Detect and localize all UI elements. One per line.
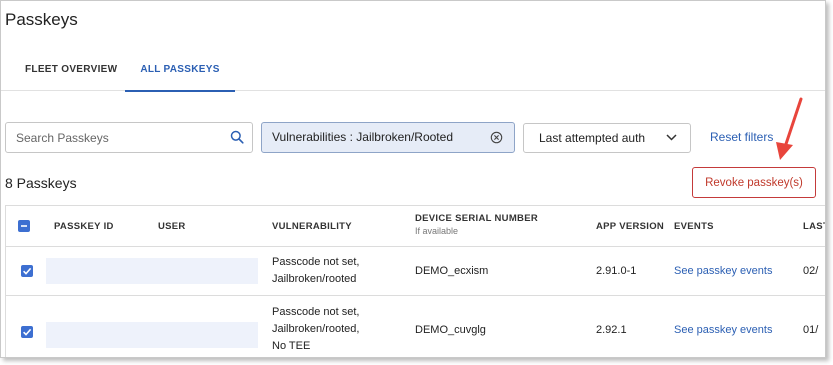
minus-icon <box>21 225 27 227</box>
vulnerability-line: Passcode not set, <box>272 256 360 268</box>
col-app-version[interactable]: APP VERSION <box>596 221 664 232</box>
last-cell: 01/ <box>803 324 819 336</box>
see-passkey-events-link[interactable]: See passkey events <box>674 324 772 336</box>
check-icon <box>23 328 32 336</box>
select-all-checkbox[interactable] <box>18 220 30 232</box>
tab-bar: FLEET OVERVIEW ALL PASSKEYS <box>1 49 825 92</box>
sort-dropdown[interactable]: Last attempted auth <box>523 123 691 153</box>
col-vulnerability[interactable]: VULNERABILITY <box>272 221 352 232</box>
col-device-serial[interactable]: DEVICE SERIAL NUMBER If available <box>415 213 538 236</box>
search-input[interactable] <box>16 123 221 152</box>
clear-filter-icon[interactable] <box>490 131 503 144</box>
table-row[interactable]: Passcode not set, Jailbroken/rooted DEMO… <box>6 247 825 296</box>
serial-cell: DEMO_ecxism <box>415 265 489 277</box>
search-box <box>5 122 253 153</box>
app-window: Passkeys FLEET OVERVIEW ALL PASSKEYS Vul… <box>0 0 826 358</box>
vulnerability-line: Jailbroken/rooted <box>272 273 357 285</box>
filter-chip-label: Vulnerabilities : Jailbroken/Rooted <box>272 130 453 144</box>
table-header: PASSKEY ID USER VULNERABILITY DEVICE SER… <box>6 206 825 247</box>
col-device-serial-label: DEVICE SERIAL NUMBER <box>415 213 539 224</box>
vulnerability-cell: Passcode not set, Jailbroken/rooted <box>272 254 359 288</box>
page-title: Passkeys <box>5 10 78 29</box>
passkey-count: 8 Passkeys <box>5 175 77 191</box>
sort-dropdown-value: Last attempted auth <box>539 131 646 145</box>
app-version-cell: 2.91.0-1 <box>596 265 637 277</box>
vulnerability-line: Jailbroken/rooted, <box>272 323 360 335</box>
last-cell: 02/ <box>803 265 819 277</box>
redacted-id-user <box>46 258 258 284</box>
tab-fleet-overview[interactable]: FLEET OVERVIEW <box>25 49 117 91</box>
col-last[interactable]: LAST <box>803 221 825 232</box>
col-device-serial-sub: If available <box>415 226 459 236</box>
col-user[interactable]: USER <box>158 221 186 232</box>
passkeys-table: PASSKEY ID USER VULNERABILITY DEVICE SER… <box>5 205 825 357</box>
revoke-passkeys-button[interactable]: Revoke passkey(s) <box>692 167 816 198</box>
vulnerability-cell: Passcode not set, Jailbroken/rooted, No … <box>272 304 359 355</box>
vulnerability-line: No TEE <box>272 340 311 352</box>
tab-all-passkeys[interactable]: ALL PASSKEYS <box>125 49 235 92</box>
serial-cell: DEMO_cuvglg <box>415 324 486 336</box>
col-passkey-id[interactable]: PASSKEY ID <box>54 221 114 232</box>
table-row[interactable]: Passcode not set, Jailbroken/rooted, No … <box>6 296 825 357</box>
check-icon <box>23 267 32 275</box>
redacted-id-user <box>46 322 258 348</box>
reset-filters-link[interactable]: Reset filters <box>710 130 773 144</box>
vulnerability-line: Passcode not set, <box>272 306 360 318</box>
vulnerability-filter-chip[interactable]: Vulnerabilities : Jailbroken/Rooted <box>261 122 515 153</box>
search-icon[interactable] <box>230 130 244 144</box>
annotation-arrow-icon <box>776 97 803 160</box>
row-checkbox[interactable] <box>21 265 33 277</box>
app-version-cell: 2.92.1 <box>596 324 627 336</box>
chevron-down-icon <box>666 134 677 141</box>
see-passkey-events-link[interactable]: See passkey events <box>674 265 772 277</box>
col-events[interactable]: EVENTS <box>674 221 714 232</box>
row-checkbox[interactable] <box>21 326 33 338</box>
